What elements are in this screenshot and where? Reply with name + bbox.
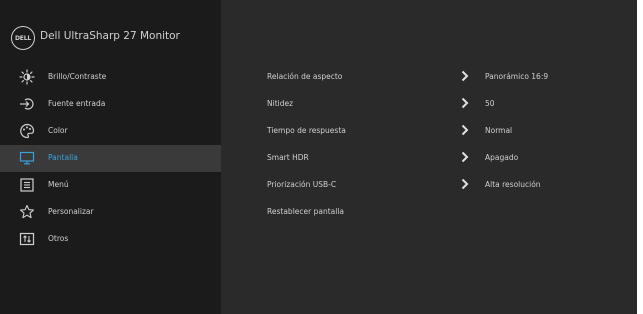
menu-item-color[interactable]: Color xyxy=(0,118,221,145)
menu-item-display[interactable]: Pantalla xyxy=(0,145,221,172)
sidebar: DELL Dell UltraSharp 27 Monitor Brillo/C… xyxy=(0,0,221,314)
setting-value: Alta resolución xyxy=(485,180,541,189)
setting-row-usb-c-priority[interactable]: Priorización USB-C Alta resolución xyxy=(255,172,635,199)
dell-logo: DELL xyxy=(11,26,35,50)
setting-label: Nitidez xyxy=(267,99,294,108)
menu-item-input-source[interactable]: Fuente entrada xyxy=(0,91,221,118)
settings-panel: Relación de aspecto Panorámico 16:9 Niti… xyxy=(255,64,635,226)
brightness-icon xyxy=(19,69,35,85)
chevron-right-icon xyxy=(461,178,469,190)
menu-item-label: Pantalla xyxy=(48,153,78,162)
chevron-right-icon xyxy=(461,70,469,82)
menu-list-icon xyxy=(19,177,35,193)
setting-value: 50 xyxy=(485,99,495,108)
main-menu: Brillo/Contraste Fuente entrada Color Pa… xyxy=(0,64,221,253)
display-monitor-icon xyxy=(19,150,35,166)
menu-item-others[interactable]: Otros xyxy=(0,226,221,253)
setting-row-aspect-ratio[interactable]: Relación de aspecto Panorámico 16:9 xyxy=(255,64,635,91)
setting-row-smart-hdr[interactable]: Smart HDR Apagado xyxy=(255,145,635,172)
chevron-right-icon xyxy=(461,151,469,163)
setting-value: Apagado xyxy=(485,153,519,162)
menu-item-label: Brillo/Contraste xyxy=(48,72,107,81)
setting-row-sharpness[interactable]: Nitidez 50 xyxy=(255,91,635,118)
header: DELL Dell UltraSharp 27 Monitor xyxy=(0,0,221,62)
setting-value: Panorámico 16:9 xyxy=(485,72,549,81)
input-source-icon xyxy=(19,96,35,112)
setting-row-reset-display[interactable]: Restablecer pantalla xyxy=(255,199,635,226)
setting-value: Normal xyxy=(485,126,513,135)
setting-label: Priorización USB-C xyxy=(267,180,337,189)
setting-label: Restablecer pantalla xyxy=(267,207,345,216)
setting-row-response-time[interactable]: Tiempo de respuesta Normal xyxy=(255,118,635,145)
setting-label: Relación de aspecto xyxy=(267,72,343,81)
chevron-right-icon xyxy=(461,97,469,109)
menu-item-label: Menú xyxy=(48,180,69,189)
setting-label: Tiempo de respuesta xyxy=(267,126,346,135)
star-icon xyxy=(19,204,35,220)
menu-item-label: Fuente entrada xyxy=(48,99,106,108)
menu-item-label: Color xyxy=(48,126,68,135)
color-palette-icon xyxy=(19,123,35,139)
menu-item-label: Otros xyxy=(48,234,69,243)
others-icon xyxy=(19,231,35,247)
menu-item-label: Personalizar xyxy=(48,207,94,216)
setting-label: Smart HDR xyxy=(267,153,309,162)
menu-item-menu[interactable]: Menú xyxy=(0,172,221,199)
menu-item-brightness-contrast[interactable]: Brillo/Contraste xyxy=(0,64,221,91)
osd-window: DELL Dell UltraSharp 27 Monitor Brillo/C… xyxy=(0,0,637,314)
monitor-model-title: Dell UltraSharp 27 Monitor xyxy=(40,30,180,42)
menu-item-personalize[interactable]: Personalizar xyxy=(0,199,221,226)
chevron-right-icon xyxy=(461,124,469,136)
